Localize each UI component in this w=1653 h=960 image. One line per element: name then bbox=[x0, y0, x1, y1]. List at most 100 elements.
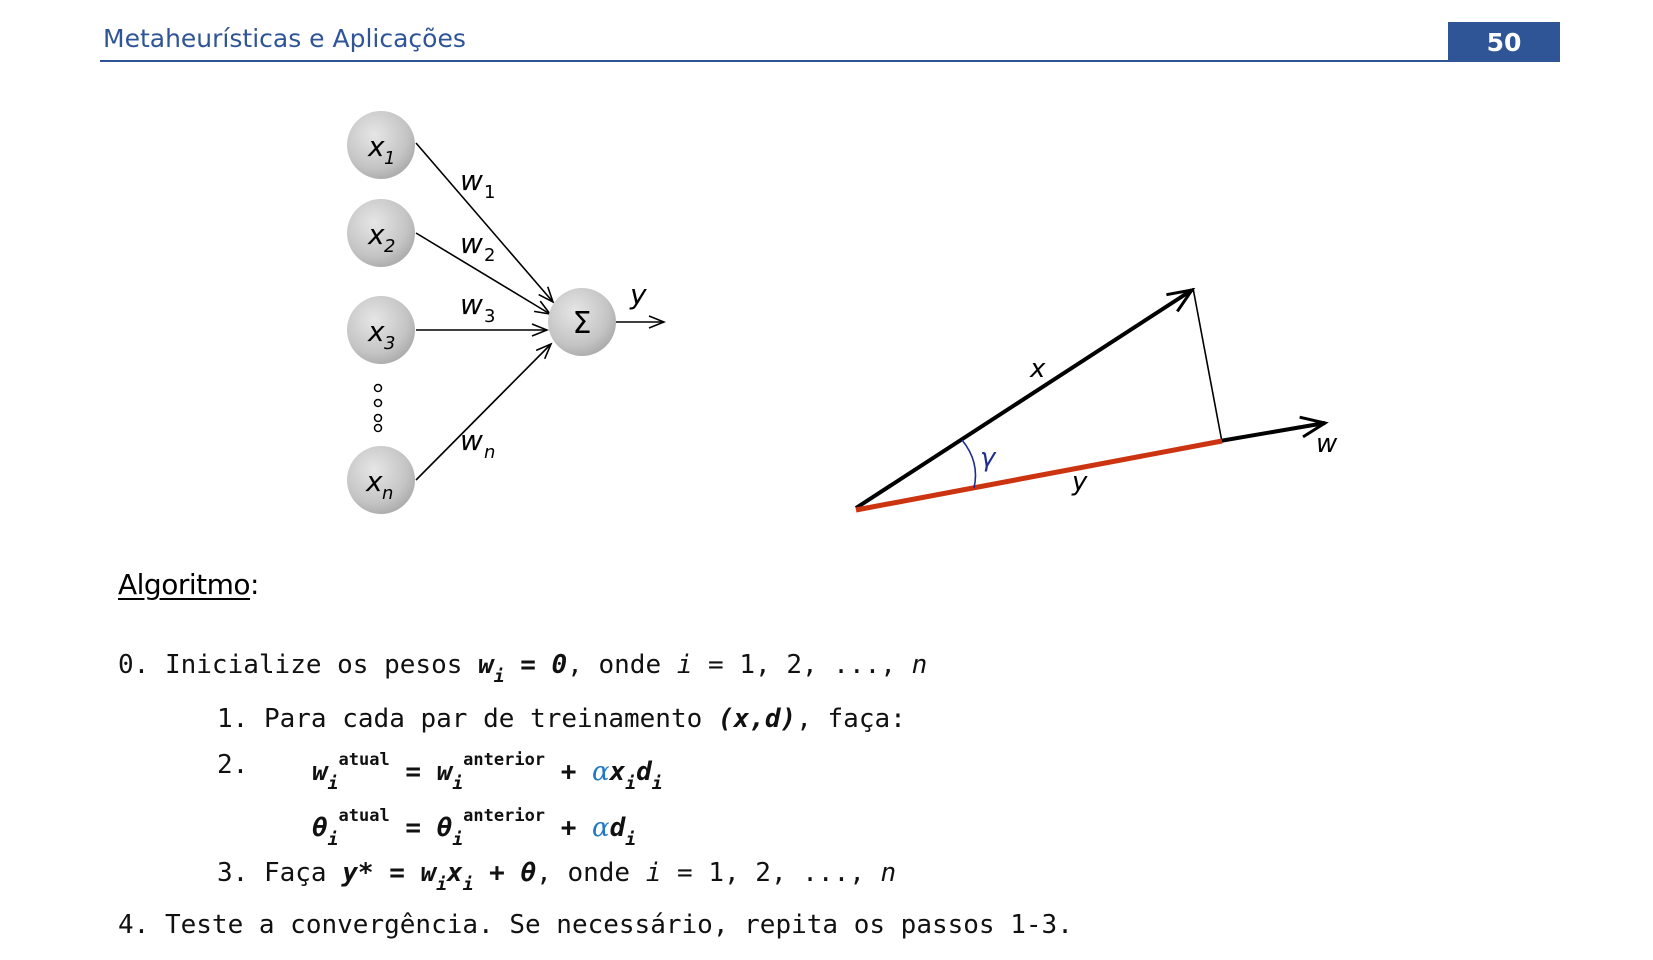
superscript-atual: atual bbox=[338, 750, 390, 770]
superscript-anterior: anterior bbox=[463, 806, 546, 826]
weight-subscript: 1 bbox=[484, 182, 495, 203]
input-subscript: 2 bbox=[384, 236, 395, 257]
input-subscript: 1 bbox=[384, 148, 395, 169]
alpha-symbol: α bbox=[592, 813, 610, 843]
input-subscript: n bbox=[382, 483, 393, 504]
sum-symbol: Σ bbox=[573, 306, 592, 341]
vector-x bbox=[854, 287, 1196, 510]
input-label: x bbox=[367, 218, 385, 251]
algorithm-step-1: 1. Para cada par de treinamento (x,d), f… bbox=[217, 704, 906, 734]
input-node-xn: x n bbox=[347, 446, 415, 514]
superscript-anterior: anterior bbox=[463, 750, 546, 770]
index-i: i bbox=[676, 650, 693, 680]
step-text: , faça: bbox=[796, 704, 906, 734]
weight-label-w2: w bbox=[460, 227, 483, 260]
step-text: , onde bbox=[567, 650, 677, 680]
angle-arc bbox=[961, 439, 977, 489]
var-theta: θ bbox=[436, 813, 453, 843]
var-y-star: y* bbox=[342, 858, 374, 888]
vector-diagram: x w y γ bbox=[854, 287, 1338, 513]
weight-update-formula: wiatual = wianterior + αxidi bbox=[312, 750, 663, 794]
algorithm-heading: Algoritmo: bbox=[118, 568, 259, 601]
var-d: d bbox=[636, 757, 652, 787]
heading-colon: : bbox=[250, 568, 259, 601]
angle-gamma-label: γ bbox=[980, 443, 997, 473]
subscript-i: i bbox=[651, 773, 663, 794]
edge-w2 bbox=[415, 232, 550, 314]
step-text: Para cada par de treinamento bbox=[263, 704, 718, 734]
vector-w-label: w bbox=[1316, 429, 1338, 459]
var-w: w bbox=[436, 757, 453, 787]
step-number: 0. bbox=[118, 650, 165, 680]
var-w: w bbox=[420, 858, 437, 888]
plus: + bbox=[473, 858, 521, 888]
step-text: Inicialize os pesos bbox=[164, 650, 479, 680]
var-d: d bbox=[609, 813, 626, 843]
subscript-i: i bbox=[436, 874, 448, 895]
subscript-i: i bbox=[327, 773, 339, 794]
projection-y-label: y bbox=[1071, 467, 1088, 497]
algorithm-step-4: 4. Teste a convergência. Se necessário, … bbox=[118, 910, 1073, 940]
input-node-x3: x 3 bbox=[347, 296, 415, 364]
var-theta: θ bbox=[312, 813, 328, 843]
subscript-i: i bbox=[327, 829, 339, 850]
equals: = bbox=[389, 813, 437, 843]
edge-w1 bbox=[415, 142, 553, 302]
weight-subscript: 3 bbox=[484, 306, 495, 327]
training-pair: (x,d) bbox=[717, 704, 797, 734]
weight-subscript: n bbox=[484, 442, 495, 463]
var-x: x bbox=[447, 858, 463, 888]
heading-text: Algoritmo bbox=[118, 568, 251, 601]
bias-update-formula: θiatual = θianterior + αdi bbox=[312, 806, 636, 850]
step-number: 2. bbox=[217, 750, 249, 780]
input-node-x1: x 1 bbox=[347, 111, 415, 179]
input-label: x bbox=[365, 465, 383, 498]
weight-label-w3: w bbox=[460, 288, 483, 321]
plus: + bbox=[545, 757, 593, 787]
subscript-i: i bbox=[452, 829, 464, 850]
input-subscript: 3 bbox=[384, 333, 395, 354]
var-w: w bbox=[478, 650, 494, 680]
zero: 0 bbox=[551, 650, 568, 680]
vector-w bbox=[1219, 415, 1329, 443]
subscript-i: i bbox=[462, 874, 474, 895]
var-theta: θ bbox=[520, 858, 537, 888]
plus: + bbox=[545, 813, 593, 843]
algorithm-step-3: 3. Faça y* = wixi + θ, onde i = 1, 2, ..… bbox=[217, 858, 896, 895]
index-range: = 1, 2, ..., bbox=[661, 858, 881, 888]
algorithm-step-2: 2. bbox=[217, 750, 248, 780]
projection-y bbox=[855, 438, 1223, 513]
equals: = bbox=[389, 757, 437, 787]
neuron-diagram: x 1 x 2 x 3 x n Σ w 1 w 2 w 3 w n y bbox=[347, 111, 664, 514]
step-number: 1. bbox=[217, 704, 264, 734]
var-x: x bbox=[609, 757, 626, 787]
equals: = bbox=[504, 650, 552, 680]
sum-node: Σ bbox=[548, 288, 616, 356]
algorithm-step-0: 0. Inicialize os pesos wi = 0, onde i = … bbox=[118, 650, 927, 687]
index-n: n bbox=[880, 858, 897, 888]
subscript-i: i bbox=[625, 773, 637, 794]
equals: = bbox=[373, 858, 421, 888]
step-text: Faça bbox=[263, 858, 343, 888]
input-node-x2: x 2 bbox=[347, 199, 415, 267]
step-text: , onde bbox=[536, 858, 646, 888]
index-range: = 1, 2, ..., bbox=[692, 650, 912, 680]
weight-label-w1: w bbox=[460, 164, 483, 197]
input-label: x bbox=[367, 130, 385, 163]
figure-area: x 1 x 2 x 3 x n Σ w 1 w 2 w 3 w n y x w … bbox=[347, 111, 1338, 514]
alpha-symbol: α bbox=[592, 757, 610, 787]
superscript-atual: atual bbox=[338, 806, 390, 826]
weight-label-wn: w bbox=[460, 424, 483, 457]
index-i: i bbox=[645, 858, 662, 888]
input-label: x bbox=[367, 315, 385, 348]
weight-subscript: 2 bbox=[484, 245, 495, 266]
vector-x-label: x bbox=[1029, 354, 1046, 384]
output-label-y: y bbox=[629, 278, 647, 311]
var-w: w bbox=[312, 757, 328, 787]
ellipsis-dots bbox=[373, 383, 383, 433]
index-n: n bbox=[911, 650, 928, 680]
projection-line bbox=[1192, 287, 1223, 443]
subscript-i: i bbox=[625, 829, 637, 850]
step-number: 3. bbox=[217, 858, 264, 888]
subscript-i: i bbox=[493, 666, 505, 687]
